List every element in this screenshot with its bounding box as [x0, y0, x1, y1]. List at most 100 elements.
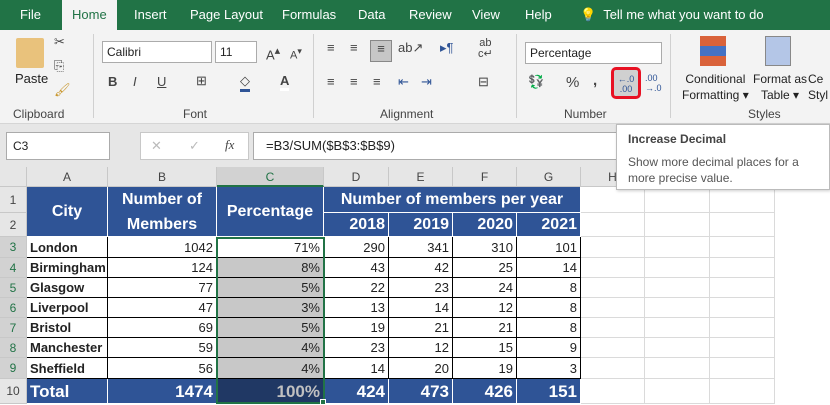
name-box[interactable]: C3 — [6, 132, 110, 160]
row-header-7[interactable]: 7 — [0, 318, 27, 338]
total-E10[interactable]: 473 — [389, 379, 453, 404]
cell-D7[interactable]: 19 — [324, 318, 389, 338]
cell-A3[interactable]: London — [27, 237, 108, 258]
row-header-5[interactable]: 5 — [0, 278, 27, 298]
empty-cell[interactable] — [581, 258, 645, 278]
tab-formulas[interactable]: Formulas — [272, 0, 346, 30]
header-city[interactable]: City — [27, 187, 108, 237]
font-name-select[interactable]: Calibri — [102, 41, 212, 63]
borders-icon[interactable]: ⊞ — [196, 73, 207, 89]
cell-styles-button[interactable]: Ce Styl — [808, 71, 828, 103]
empty-cell[interactable] — [710, 213, 775, 237]
cell-F4[interactable]: 25 — [453, 258, 517, 278]
row-header-4[interactable]: 4 — [0, 258, 27, 278]
empty-cell[interactable] — [645, 318, 710, 338]
cell-E9[interactable]: 20 — [389, 358, 453, 379]
row-header-10[interactable]: 10 — [0, 379, 27, 404]
cell-D6[interactable]: 13 — [324, 298, 389, 318]
merge-center-icon[interactable]: ⊟ — [478, 74, 489, 90]
empty-cell[interactable] — [581, 237, 645, 258]
empty-cell[interactable] — [645, 338, 710, 358]
empty-cell[interactable] — [645, 187, 710, 213]
empty-cell[interactable] — [710, 187, 775, 213]
column-header-F[interactable]: F — [453, 167, 517, 187]
number-format-select[interactable]: Percentage — [525, 42, 662, 64]
empty-cell[interactable] — [581, 298, 645, 318]
empty-cell[interactable] — [581, 187, 645, 213]
empty-cell[interactable] — [581, 318, 645, 338]
cell-A9[interactable]: Sheffield — [27, 358, 108, 379]
align-right-icon[interactable]: ≡ — [373, 74, 381, 89]
cell-D3[interactable]: 290 — [324, 237, 389, 258]
total-A10[interactable]: Total — [27, 379, 108, 404]
underline-button[interactable]: U — [157, 74, 166, 89]
enter-icon[interactable]: ✓ — [189, 138, 200, 154]
format-painter-icon[interactable]: 🖌 — [54, 82, 71, 98]
tab-file[interactable]: File — [10, 0, 51, 30]
cell-B3[interactable]: 1042 — [108, 237, 217, 258]
cell-A8[interactable]: Manchester — [27, 338, 108, 358]
header-year-2020[interactable]: 2020 — [453, 213, 517, 237]
empty-cell[interactable] — [710, 298, 775, 318]
header-year-2018[interactable]: 2018 — [324, 213, 389, 237]
total-B10[interactable]: 1474 — [108, 379, 217, 404]
column-header-D[interactable]: D — [324, 167, 389, 187]
cell-G6[interactable]: 8 — [517, 298, 581, 318]
cell-F3[interactable]: 310 — [453, 237, 517, 258]
cell-G3[interactable]: 101 — [517, 237, 581, 258]
cell-G9[interactable]: 3 — [517, 358, 581, 379]
total-D10[interactable]: 424 — [324, 379, 389, 404]
total-F10[interactable]: 426 — [453, 379, 517, 404]
cell-E6[interactable]: 14 — [389, 298, 453, 318]
cell-E3[interactable]: 341 — [389, 237, 453, 258]
orientation-icon[interactable]: ab↗ — [398, 40, 423, 56]
cell-B5[interactable]: 77 — [108, 278, 217, 298]
align-center-icon[interactable]: ≡ — [350, 74, 358, 89]
cell-E5[interactable]: 23 — [389, 278, 453, 298]
format-as-table-icon[interactable] — [765, 36, 791, 66]
empty-cell[interactable] — [581, 338, 645, 358]
paste-icon[interactable] — [16, 38, 44, 68]
fill-handle[interactable] — [320, 399, 326, 405]
empty-cell[interactable] — [645, 379, 710, 404]
percent-style-button[interactable]: % — [566, 74, 579, 91]
cell-B8[interactable]: 59 — [108, 338, 217, 358]
cell-E8[interactable]: 12 — [389, 338, 453, 358]
cell-F5[interactable]: 24 — [453, 278, 517, 298]
row-header-2[interactable]: 2 — [0, 213, 27, 237]
tab-home[interactable]: Home — [62, 0, 117, 30]
cell-A6[interactable]: Liverpool — [27, 298, 108, 318]
cell-B4[interactable]: 124 — [108, 258, 217, 278]
cancel-icon[interactable]: ✕ — [151, 138, 162, 154]
cell-G5[interactable]: 8 — [517, 278, 581, 298]
cell-E4[interactable]: 42 — [389, 258, 453, 278]
empty-cell[interactable] — [710, 318, 775, 338]
row-header-8[interactable]: 8 — [0, 338, 27, 358]
cell-F9[interactable]: 19 — [453, 358, 517, 379]
tab-page-layout[interactable]: Page Layout — [180, 0, 273, 30]
increase-decimal-button[interactable]: ←.0 .00 — [611, 67, 641, 99]
cell-F7[interactable]: 21 — [453, 318, 517, 338]
empty-cell[interactable] — [710, 278, 775, 298]
format-as-table-button[interactable]: Format as Table ▾ — [753, 71, 807, 103]
empty-cell[interactable] — [581, 379, 645, 404]
row-header-9[interactable]: 9 — [0, 358, 27, 379]
cell-G7[interactable]: 8 — [517, 318, 581, 338]
paragraph-direction-icon[interactable]: ▸¶ — [440, 40, 454, 56]
empty-cell[interactable] — [710, 379, 775, 404]
row-header-3[interactable]: 3 — [0, 237, 27, 258]
cell-D4[interactable]: 43 — [324, 258, 389, 278]
column-header-A[interactable]: A — [27, 167, 108, 187]
empty-cell[interactable] — [581, 213, 645, 237]
header-percentage[interactable]: Percentage — [217, 187, 324, 237]
header-year-2019[interactable]: 2019 — [389, 213, 453, 237]
paste-button[interactable]: Paste — [15, 71, 48, 86]
cell-B9[interactable]: 56 — [108, 358, 217, 379]
italic-button[interactable]: I — [133, 74, 137, 89]
cell-A5[interactable]: Glasgow — [27, 278, 108, 298]
empty-cell[interactable] — [581, 358, 645, 379]
cell-F8[interactable]: 15 — [453, 338, 517, 358]
increase-indent-icon[interactable]: ⇥ — [421, 74, 432, 90]
cell-A7[interactable]: Bristol — [27, 318, 108, 338]
align-left-icon[interactable]: ≡ — [327, 74, 335, 89]
